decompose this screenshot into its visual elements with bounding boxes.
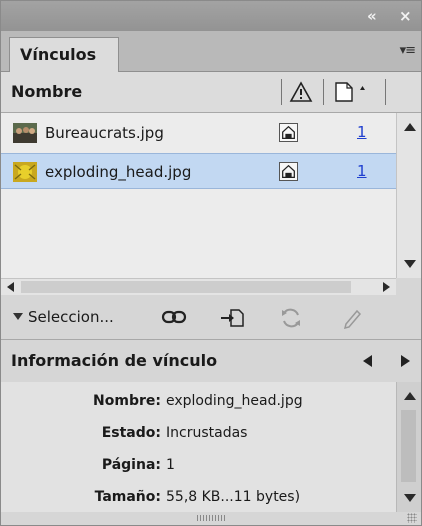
info-value: Incrustadas bbox=[166, 425, 248, 441]
panel-menu-icon[interactable]: ▾≡ bbox=[400, 43, 416, 58]
tab-links[interactable]: Vínculos bbox=[9, 37, 119, 72]
page-link[interactable]: 1 bbox=[357, 115, 367, 149]
link-info-title: Información de vínculo bbox=[11, 351, 218, 370]
resize-grip-icon[interactable] bbox=[407, 513, 417, 523]
link-info-body: Nombre: exploding_head.jpg Estado: Incru… bbox=[1, 382, 396, 512]
link-row-exploding-head[interactable]: exploding_head.jpg 1 bbox=[1, 153, 396, 189]
scrollbar-corner bbox=[396, 278, 421, 295]
column-name-header[interactable]: Nombre bbox=[11, 72, 82, 112]
next-link-icon[interactable] bbox=[401, 355, 410, 367]
embedded-icon bbox=[279, 162, 298, 181]
info-label: Página: bbox=[101, 457, 161, 473]
panel-titlebar: « × bbox=[1, 1, 421, 31]
tab-row: Vínculos ▾≡ bbox=[1, 31, 421, 72]
column-divider bbox=[323, 79, 324, 105]
scroll-thumb[interactable] bbox=[401, 410, 416, 482]
info-label: Estado: bbox=[101, 425, 161, 441]
warning-triangle-icon[interactable] bbox=[289, 81, 313, 103]
close-icon[interactable]: × bbox=[399, 6, 412, 26]
column-divider bbox=[385, 79, 386, 105]
image-thumbnail bbox=[13, 162, 37, 182]
link-filename: Bureaucrats.jpg bbox=[45, 124, 164, 142]
scroll-right-arrow-icon[interactable] bbox=[383, 282, 390, 292]
scroll-up-arrow-icon[interactable] bbox=[404, 392, 416, 400]
info-label: Nombre: bbox=[93, 393, 161, 409]
image-thumbnail bbox=[13, 123, 37, 143]
double-chevron-icon[interactable]: « bbox=[367, 6, 377, 26]
info-value: 55,8 KB...11 bytes) bbox=[166, 489, 301, 505]
links-list: Bureaucrats.jpg 1 exploding_head.jpg 1 bbox=[1, 113, 396, 278]
page-link[interactable]: 1 bbox=[357, 154, 367, 188]
embedded-icon bbox=[279, 123, 298, 142]
info-row-size: Tamaño: 55,8 KB...11 bytes) bbox=[1, 482, 396, 512]
list-vertical-scrollbar[interactable] bbox=[396, 113, 421, 278]
info-row-page: Página: 1 bbox=[1, 450, 396, 480]
column-divider bbox=[281, 79, 282, 105]
list-horizontal-scrollbar[interactable] bbox=[1, 278, 396, 295]
links-toolbar: Seleccion... bbox=[1, 295, 421, 340]
selection-label: Seleccion... bbox=[28, 308, 114, 326]
relink-icon[interactable] bbox=[161, 307, 187, 327]
link-filename: exploding_head.jpg bbox=[45, 163, 192, 181]
grip-icon[interactable] bbox=[197, 515, 227, 521]
panel-footer bbox=[1, 512, 421, 525]
scroll-down-arrow-icon[interactable] bbox=[404, 494, 416, 502]
update-link-icon[interactable] bbox=[279, 307, 303, 329]
previous-link-icon[interactable] bbox=[363, 355, 372, 367]
info-label: Tamaño: bbox=[94, 489, 161, 505]
page-icon[interactable] bbox=[333, 81, 369, 103]
scroll-thumb[interactable] bbox=[21, 281, 351, 293]
go-to-link-icon[interactable] bbox=[219, 307, 245, 329]
link-info-header: Información de vínculo bbox=[1, 340, 421, 382]
info-value: exploding_head.jpg bbox=[166, 393, 303, 409]
link-row-bureaucrats[interactable]: Bureaucrats.jpg 1 bbox=[1, 115, 396, 151]
chevron-down-icon bbox=[13, 313, 23, 320]
info-vertical-scrollbar[interactable] bbox=[396, 382, 421, 512]
links-panel: « × Vínculos ▾≡ Nombre Bureaucrats.jpg 1… bbox=[0, 0, 422, 526]
info-value: 1 bbox=[166, 457, 175, 473]
selection-dropdown[interactable]: Seleccion... bbox=[13, 295, 114, 339]
info-row-name: Nombre: exploding_head.jpg bbox=[1, 386, 396, 416]
scroll-up-arrow-icon[interactable] bbox=[404, 123, 416, 131]
info-row-status: Estado: Incrustadas bbox=[1, 418, 396, 448]
scroll-down-arrow-icon[interactable] bbox=[404, 260, 416, 268]
scroll-left-arrow-icon[interactable] bbox=[7, 282, 14, 292]
edit-original-icon[interactable] bbox=[341, 307, 363, 329]
column-header: Nombre bbox=[1, 72, 421, 113]
